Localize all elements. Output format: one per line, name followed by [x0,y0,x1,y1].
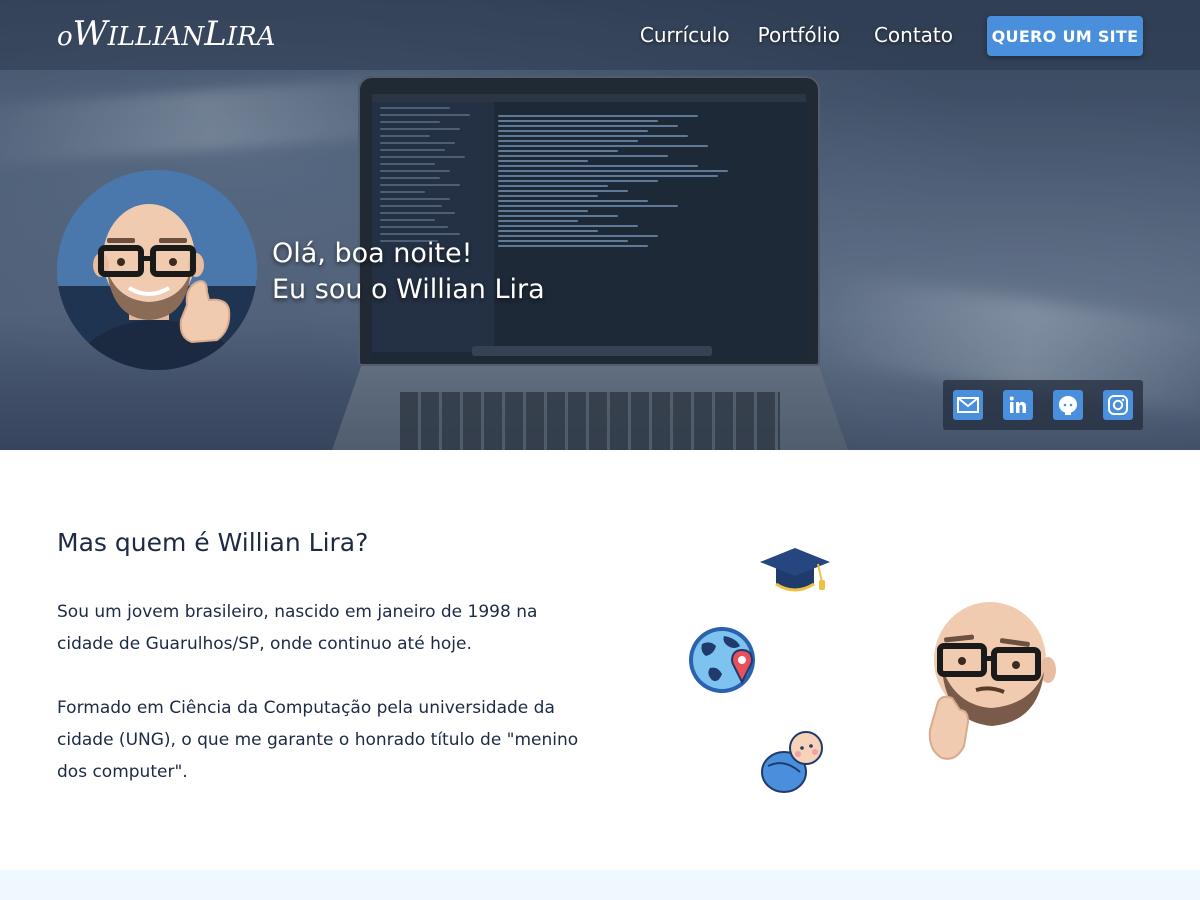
quero-um-site-button[interactable]: QUERO UM SITE [987,16,1143,56]
instagram-icon[interactable] [1103,390,1133,420]
avatar [57,170,257,370]
greeting-line-1: Olá, boa noite! [272,238,473,269]
about-paragraph-2: Formado em Ciência da Computação pela un… [57,698,579,782]
nav-link-portfolio[interactable]: Portfólio [758,20,840,50]
about-title: Mas quem é Willian Lira? [57,528,369,557]
social-links [943,380,1143,430]
linkedin-icon[interactable] [1003,390,1033,420]
next-section-strip [0,870,1200,900]
mail-icon[interactable] [953,390,983,420]
hero-greeting: Olá, boa noite! Eu sou o Willian Lira [272,236,545,308]
top-navbar: oWILLIANLIRA Currículo Portfólio Contato… [0,0,1200,70]
baby-icon [761,731,823,793]
nav-links: Currículo Portfólio Contato [640,20,953,50]
nav-link-curriculo[interactable]: Currículo [640,20,730,50]
globe-pin-icon [689,627,755,693]
about-paragraph-1: Sou um jovem brasileiro, nascido em jane… [57,602,538,654]
nav-link-contato[interactable]: Contato [874,20,953,50]
site-logo[interactable]: oWILLIANLIRA [57,12,275,56]
greeting-line-2: Eu sou o Willian Lira [272,274,545,305]
graduation-cap-icon [760,548,830,592]
memoji-thumbs-up [77,204,237,370]
github-icon[interactable] [1053,390,1083,420]
about-section: Mas quem é Willian Lira? Sou um jovem br… [0,450,1200,870]
hero-section: oWILLIANLIRA Currículo Portfólio Contato… [0,0,1200,450]
thinking-memoji [928,602,1056,760]
